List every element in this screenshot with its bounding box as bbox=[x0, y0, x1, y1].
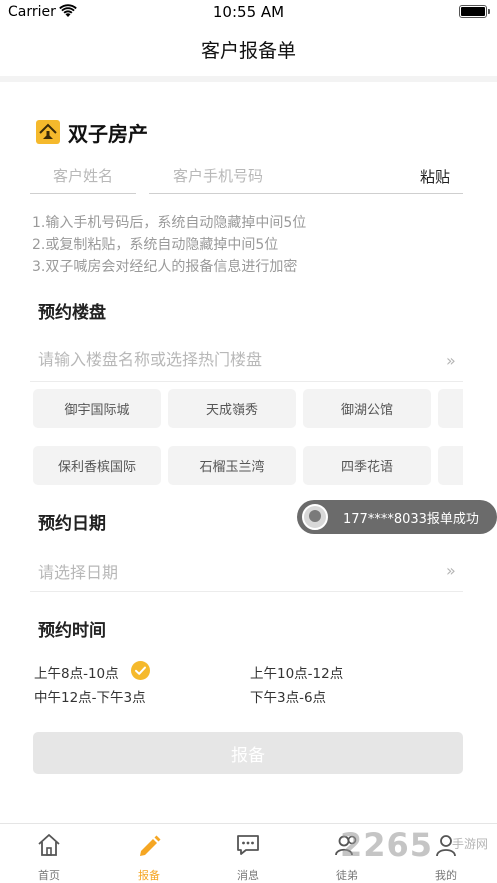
tab-home[interactable]: 首页 bbox=[9, 824, 89, 883]
pencil-icon bbox=[140, 835, 161, 856]
check-icon bbox=[131, 661, 150, 680]
date-section-title: 预约日期 bbox=[38, 514, 106, 534]
status-bar: Carrier 10:55 AM bbox=[0, 0, 497, 26]
property-chip[interactable]: 四季花语 bbox=[303, 446, 431, 485]
status-time: 10:55 AM bbox=[212, 3, 285, 21]
watermark-subtitle: 手游网 bbox=[452, 837, 489, 851]
message-icon bbox=[237, 835, 259, 855]
time-option[interactable]: 上午10点-12点 bbox=[250, 662, 343, 682]
tab-label: 首页 bbox=[38, 869, 60, 882]
customer-name-input[interactable] bbox=[30, 158, 136, 194]
property-search-input[interactable] bbox=[30, 338, 463, 382]
property-chip[interactable]: 石榴玉兰湾 bbox=[168, 446, 296, 485]
note-line: 1.输入手机号码后，系统自动隐藏掉中间5位 bbox=[32, 215, 307, 231]
date-placeholder: 请选择日期 bbox=[38, 563, 119, 582]
submit-report-button[interactable]: 报备 bbox=[33, 732, 463, 774]
watermark-logo: 2265 bbox=[340, 826, 434, 864]
time-option[interactable]: 中午12点-下午3点 bbox=[34, 686, 146, 706]
tab-label: 我的 bbox=[435, 869, 457, 882]
battery-icon bbox=[459, 5, 490, 18]
property-chip[interactable] bbox=[438, 446, 463, 485]
note-line: 2.或复制粘贴，系统自动隐藏掉中间5位 bbox=[32, 237, 279, 253]
brand-logo-icon bbox=[36, 120, 60, 144]
tab-label: 消息 bbox=[237, 869, 259, 882]
toast-notification: 177****8033报单成功 bbox=[297, 500, 497, 534]
tab-messages[interactable]: 消息 bbox=[208, 824, 288, 883]
property-chip[interactable]: 天成嶺秀 bbox=[168, 389, 296, 428]
instruction-notes: 1.输入手机号码后，系统自动隐藏掉中间5位 2.或复制粘贴，系统自动隐藏掉中间5… bbox=[32, 212, 306, 278]
chevron-right-icon[interactable]: » bbox=[446, 351, 456, 370]
toast-text: 177****8033报单成功 bbox=[343, 512, 479, 527]
header-divider bbox=[0, 76, 497, 82]
property-chip[interactable]: 御宇国际城 bbox=[33, 389, 161, 428]
time-section-title: 预约时间 bbox=[38, 621, 106, 641]
tab-label: 报备 bbox=[138, 869, 160, 882]
brand-name: 双子房产 bbox=[68, 122, 148, 146]
tab-report[interactable]: 报备 bbox=[109, 824, 189, 883]
page-title: 客户报备单 bbox=[200, 40, 296, 62]
hot-property-list: 御宇国际城 天成嶺秀 御湖公馆 保利香槟国际 石榴玉兰湾 四季花语 bbox=[33, 389, 463, 487]
date-picker-field[interactable]: 请选择日期 bbox=[30, 548, 463, 592]
tab-label: 徒弟 bbox=[336, 869, 358, 882]
property-chip[interactable]: 御湖公馆 bbox=[303, 389, 431, 428]
property-chip[interactable] bbox=[438, 389, 463, 428]
property-chip[interactable]: 保利香槟国际 bbox=[33, 446, 161, 485]
time-option[interactable]: 上午8点-10点 bbox=[34, 662, 119, 682]
paste-button[interactable]: 粘贴 bbox=[420, 166, 450, 187]
note-line: 3.双子喊房会对经纪人的报备信息进行加密 bbox=[32, 259, 298, 275]
chevron-right-icon[interactable]: » bbox=[446, 561, 456, 580]
home-icon bbox=[38, 834, 60, 856]
time-option[interactable]: 下午3点-6点 bbox=[250, 686, 326, 706]
avatar bbox=[302, 504, 328, 530]
property-section-title: 预约楼盘 bbox=[38, 303, 106, 323]
customer-phone-input[interactable] bbox=[149, 158, 463, 194]
